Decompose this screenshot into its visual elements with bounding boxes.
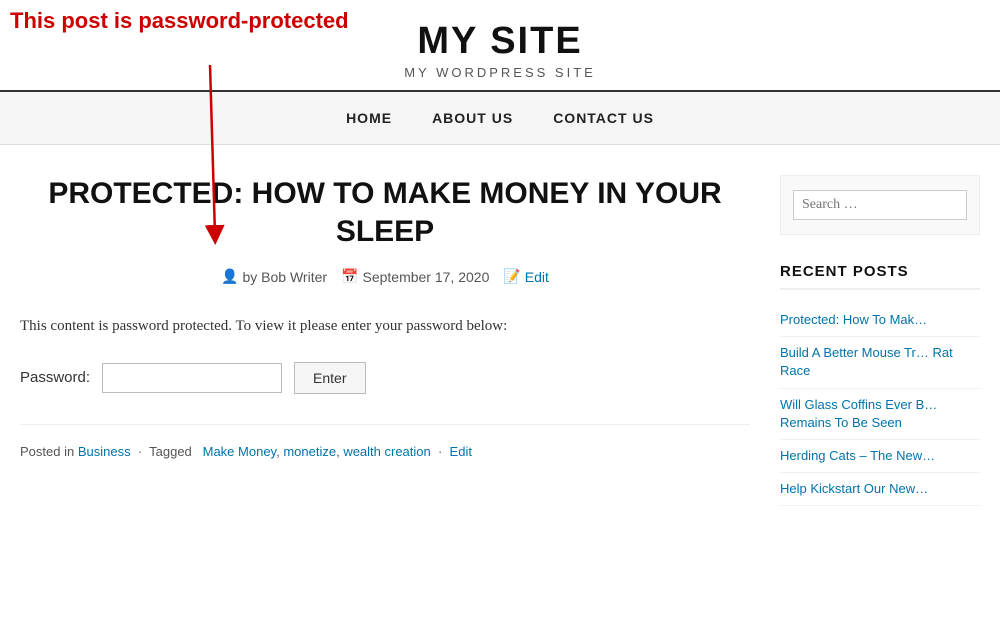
annotation-text: This post is password-protected: [10, 8, 349, 34]
calendar-icon: 📅: [341, 268, 358, 285]
recent-post-item[interactable]: Help Kickstart Our New…: [780, 473, 980, 506]
recent-post-item[interactable]: Will Glass Coffins Ever B… Remains To Be…: [780, 389, 980, 440]
password-label: Password:: [20, 369, 90, 386]
sidebar: RECENT POSTS Protected: How To Mak… Buil…: [780, 175, 980, 506]
recent-post-item[interactable]: Protected: How To Mak…: [780, 304, 980, 337]
site-title: MY SITE: [404, 20, 596, 63]
search-widget: [780, 175, 980, 235]
category-link[interactable]: Business: [78, 444, 131, 459]
tag-make-money[interactable]: Make Money: [203, 444, 276, 459]
post-edit-link[interactable]: 📝 Edit: [503, 268, 549, 285]
content-area: PROTECTED: HOW TO MAKE MONEY IN YOUR SLE…: [20, 175, 750, 506]
recent-post-item[interactable]: Herding Cats – The New…: [780, 440, 980, 473]
edit-icon: 📝: [503, 268, 520, 285]
person-icon: 👤: [221, 268, 238, 285]
post-title: PROTECTED: HOW TO MAKE MONEY IN YOUR SLE…: [20, 175, 750, 250]
post-date: September 17, 2020: [362, 269, 489, 285]
post-author: by Bob Writer: [243, 269, 328, 285]
post-date-meta: 📅 September 17, 2020: [341, 268, 489, 285]
password-notice: This content is password protected. To v…: [20, 315, 750, 338]
post-meta: 👤 by Bob Writer 📅 September 17, 2020 📝 E…: [20, 268, 750, 285]
tagged-label: Tagged: [149, 444, 192, 459]
post-edit-label: Edit: [525, 269, 549, 285]
nav-contact[interactable]: CONTACT US: [553, 110, 654, 126]
site-subtitle: MY WORDPRESS SITE: [404, 65, 596, 80]
enter-button[interactable]: Enter: [294, 362, 365, 394]
nav-about[interactable]: ABOUT US: [432, 110, 513, 126]
main-nav: HOME ABOUT US CONTACT US: [0, 92, 1000, 145]
main-layout: PROTECTED: HOW TO MAKE MONEY IN YOUR SLE…: [0, 145, 1000, 536]
recent-posts-title: RECENT POSTS: [780, 263, 980, 290]
post-footer: Posted in Business · Tagged Make Money, …: [20, 424, 750, 463]
search-input-wrap: [793, 190, 967, 220]
posted-in-label: Posted in: [20, 444, 74, 459]
password-input[interactable]: [102, 363, 282, 393]
nav-home[interactable]: HOME: [346, 110, 392, 126]
search-input[interactable]: [802, 197, 958, 213]
tag-monetize[interactable]: monetize: [283, 444, 336, 459]
recent-post-item[interactable]: Build A Better Mouse Tr… Rat Race: [780, 337, 980, 388]
footer-edit-link[interactable]: Edit: [450, 444, 472, 459]
tag-wealth-creation[interactable]: wealth creation: [343, 444, 430, 459]
password-form: Password: Enter: [20, 362, 750, 394]
recent-posts-widget: RECENT POSTS Protected: How To Mak… Buil…: [780, 263, 980, 506]
post-author-meta: 👤 by Bob Writer: [221, 268, 327, 285]
